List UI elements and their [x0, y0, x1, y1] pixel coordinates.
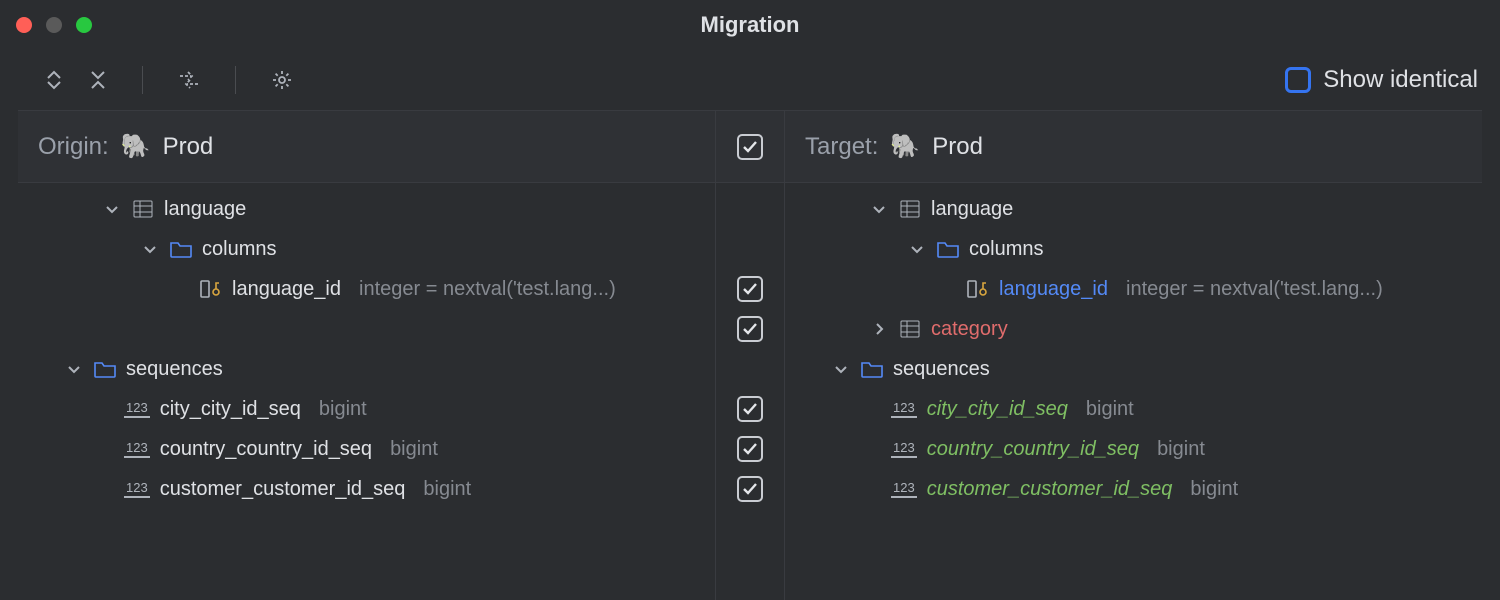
- origin-columns-folder[interactable]: columns: [18, 229, 715, 269]
- column-meta: integer = nextval('test.lang...): [1126, 278, 1383, 301]
- sequence-name: country_country_id_seq: [927, 438, 1139, 461]
- toolbar-separator: [235, 66, 236, 94]
- target-sequence-country[interactable]: 123 country_country_id_seq bigint: [785, 429, 1482, 469]
- selection-header: [716, 111, 784, 183]
- postgres-icon: 🐘: [890, 132, 920, 161]
- sequence-icon: 123: [124, 400, 150, 418]
- chevron-down-icon: [104, 201, 122, 217]
- origin-column-language-id[interactable]: language_id integer = nextval('test.lang…: [18, 269, 715, 309]
- table-name: language: [931, 198, 1013, 221]
- folder-name: columns: [202, 238, 276, 261]
- folder-name: sequences: [893, 358, 990, 381]
- chevron-right-icon: [871, 321, 889, 337]
- sequence-meta: bigint: [1157, 438, 1205, 461]
- target-tree[interactable]: language columns language_id integer = n…: [785, 183, 1482, 600]
- target-table-language[interactable]: language: [785, 189, 1482, 229]
- sequence-icon: 123: [891, 400, 917, 418]
- chevron-down-icon: [909, 241, 927, 257]
- sequence-name: city_city_id_seq: [927, 398, 1068, 421]
- folder-icon: [94, 358, 116, 380]
- column-meta: integer = nextval('test.lang...): [359, 278, 616, 301]
- row-checkbox[interactable]: [737, 396, 763, 422]
- show-identical-checkbox[interactable]: Show identical: [1285, 66, 1478, 94]
- table-icon: [899, 318, 921, 340]
- column-name: language_id: [999, 278, 1108, 301]
- sequence-icon: 123: [891, 440, 917, 458]
- minimize-window-button[interactable]: [46, 17, 62, 33]
- chevron-down-icon: [871, 201, 889, 217]
- sequence-icon: 123: [124, 440, 150, 458]
- toolbar: Show identical: [0, 50, 1500, 110]
- sequence-meta: bigint: [423, 478, 471, 501]
- origin-sequence-country[interactable]: 123 country_country_id_seq bigint: [18, 429, 715, 469]
- row-checkbox[interactable]: [737, 316, 763, 342]
- postgres-icon: 🐘: [121, 132, 151, 161]
- origin-spacer: [18, 309, 715, 349]
- maximize-window-button[interactable]: [76, 17, 92, 33]
- selection-column: [715, 111, 785, 600]
- sequence-icon: 123: [891, 480, 917, 498]
- target-db-name: Prod: [932, 133, 983, 161]
- expand-all-button[interactable]: [44, 69, 64, 91]
- origin-sequence-city[interactable]: 123 city_city_id_seq bigint: [18, 389, 715, 429]
- primary-key-column-icon: [200, 278, 222, 300]
- table-icon: [132, 198, 154, 220]
- sequence-icon: 123: [124, 480, 150, 498]
- row-checkbox[interactable]: [737, 436, 763, 462]
- sequence-name: customer_customer_id_seq: [927, 478, 1173, 501]
- origin-table-language[interactable]: language: [18, 189, 715, 229]
- settings-button[interactable]: [270, 68, 294, 92]
- sequence-meta: bigint: [390, 438, 438, 461]
- target-label: Target:: [805, 133, 878, 161]
- origin-db-name: Prod: [163, 133, 214, 161]
- target-table-category[interactable]: category: [785, 309, 1482, 349]
- origin-tree[interactable]: language columns language_id integer = n…: [18, 183, 715, 600]
- window-traffic-lights: [16, 17, 92, 33]
- target-sequence-customer[interactable]: 123 customer_customer_id_seq bigint: [785, 469, 1482, 509]
- row-checkbox[interactable]: [737, 276, 763, 302]
- chevron-down-icon: [66, 361, 84, 377]
- diff-content: Origin: 🐘 Prod language columns: [18, 110, 1482, 600]
- sequence-meta: bigint: [1086, 398, 1134, 421]
- target-pane: Target: 🐘 Prod language columns: [785, 111, 1482, 600]
- target-header: Target: 🐘 Prod: [785, 111, 1482, 183]
- toolbar-separator: [142, 66, 143, 94]
- folder-icon: [170, 238, 192, 260]
- origin-label: Origin:: [38, 133, 109, 161]
- sequence-name: country_country_id_seq: [160, 438, 372, 461]
- table-icon: [899, 198, 921, 220]
- origin-pane: Origin: 🐘 Prod language columns: [18, 111, 715, 600]
- table-name: language: [164, 198, 246, 221]
- chevron-down-icon: [833, 361, 851, 377]
- folder-icon: [861, 358, 883, 380]
- sequence-name: city_city_id_seq: [160, 398, 301, 421]
- chevron-down-icon: [142, 241, 160, 257]
- close-window-button[interactable]: [16, 17, 32, 33]
- folder-icon: [937, 238, 959, 260]
- titlebar: Migration: [0, 0, 1500, 50]
- checkbox-icon: [1285, 67, 1311, 93]
- window-title: Migration: [0, 12, 1500, 38]
- row-checkbox[interactable]: [737, 476, 763, 502]
- sequence-meta: bigint: [319, 398, 367, 421]
- table-name: category: [931, 318, 1008, 341]
- primary-key-column-icon: [967, 278, 989, 300]
- target-column-language-id[interactable]: language_id integer = nextval('test.lang…: [785, 269, 1482, 309]
- target-columns-folder[interactable]: columns: [785, 229, 1482, 269]
- folder-name: columns: [969, 238, 1043, 261]
- target-sequences-folder[interactable]: sequences: [785, 349, 1482, 389]
- origin-sequence-customer[interactable]: 123 customer_customer_id_seq bigint: [18, 469, 715, 509]
- folder-name: sequences: [126, 358, 223, 381]
- origin-sequences-folder[interactable]: sequences: [18, 349, 715, 389]
- sequence-meta: bigint: [1190, 478, 1238, 501]
- collapse-all-button[interactable]: [88, 69, 108, 91]
- swap-sides-button[interactable]: [177, 69, 201, 91]
- target-sequence-city[interactable]: 123 city_city_id_seq bigint: [785, 389, 1482, 429]
- show-identical-label: Show identical: [1323, 66, 1478, 94]
- column-name: language_id: [232, 278, 341, 301]
- origin-header: Origin: 🐘 Prod: [18, 111, 715, 183]
- sequence-name: customer_customer_id_seq: [160, 478, 406, 501]
- select-all-checkbox[interactable]: [737, 134, 763, 160]
